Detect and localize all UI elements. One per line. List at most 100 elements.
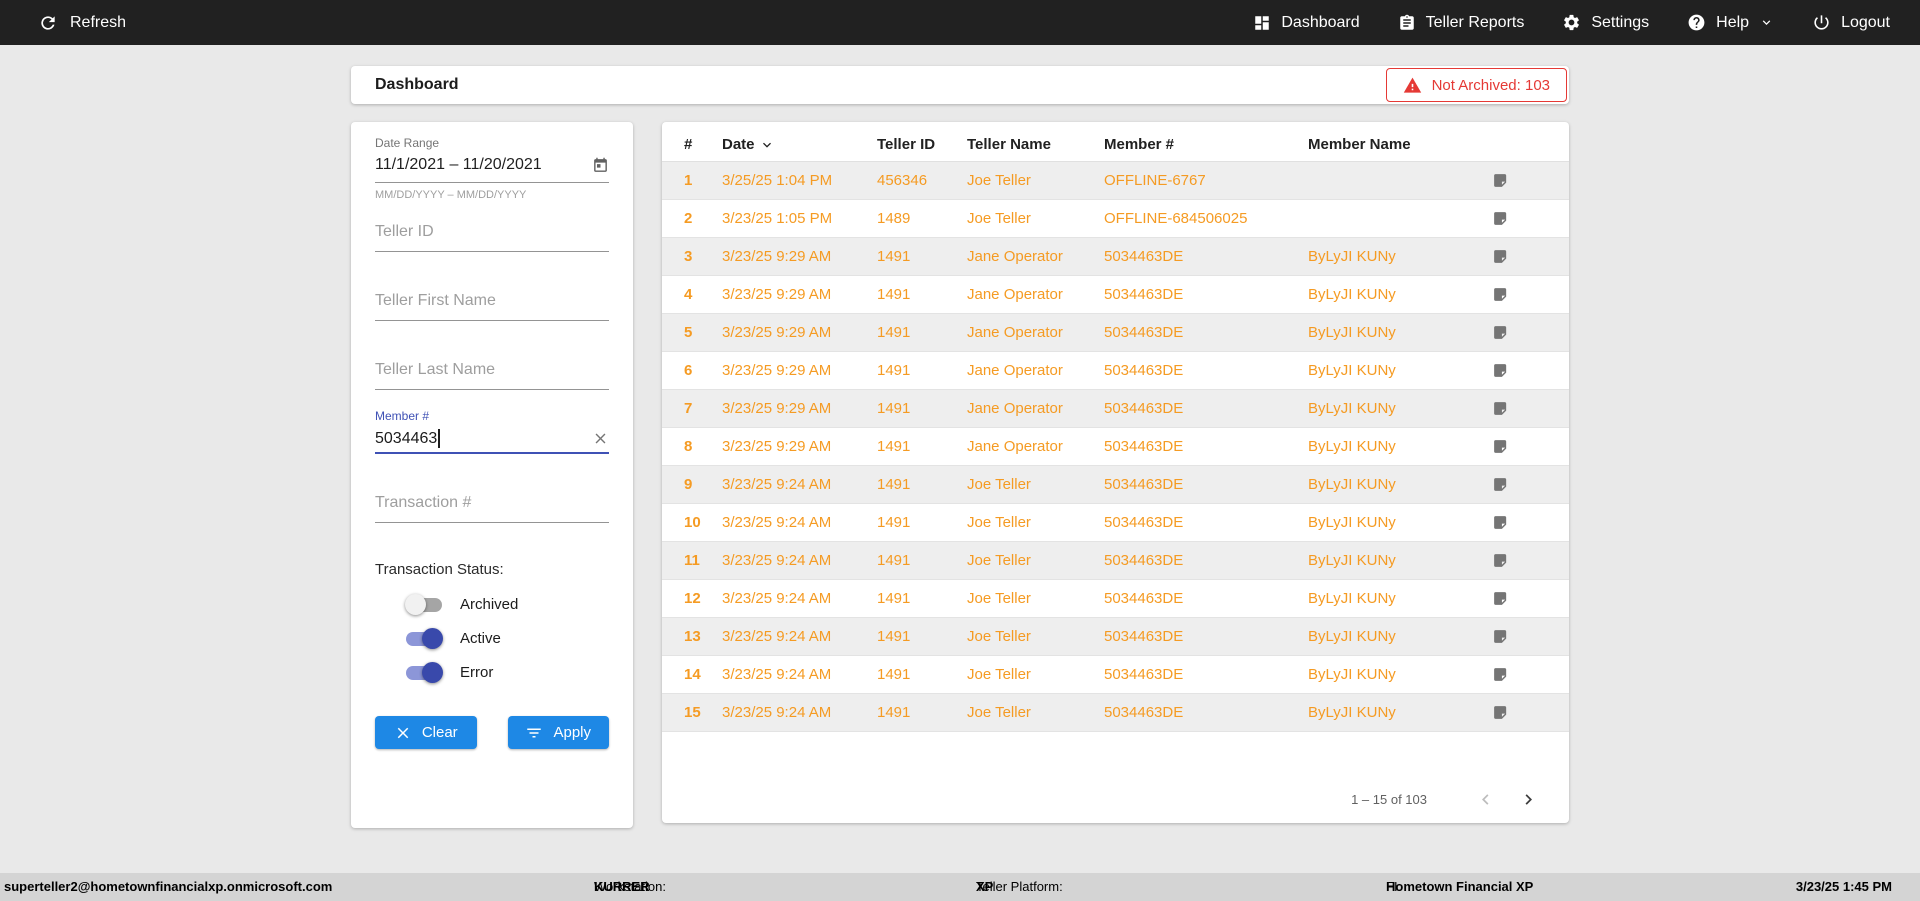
- row-member-number: 5034463DE: [1104, 362, 1184, 379]
- row-teller-name: Joe Teller: [967, 172, 1031, 189]
- row-member-number: 5034463DE: [1104, 552, 1184, 569]
- date-range-field[interactable]: Date Range 11/1/2021 – 11/20/2021 MM/DD/…: [375, 136, 609, 201]
- workstation-status: Workstation: KURRER: [594, 879, 667, 894]
- note-icon[interactable]: [1492, 286, 1509, 303]
- not-archived-badge[interactable]: Not Archived: 103: [1385, 68, 1567, 102]
- row-teller-id: 1491: [877, 628, 911, 645]
- table-row[interactable]: 6 3/23/25 9:29 AM 1491 Jane Operator 503…: [662, 352, 1569, 390]
- row-member-number: OFFLINE-684506025: [1104, 210, 1248, 227]
- prev-page-icon[interactable]: [1475, 789, 1496, 810]
- nav-logout[interactable]: Logout: [1812, 13, 1890, 32]
- calendar-icon[interactable]: [592, 157, 609, 174]
- table-row[interactable]: 12 3/23/25 9:24 AM 1491 Joe Teller 50344…: [662, 580, 1569, 618]
- table-row[interactable]: 1 3/25/25 1:04 PM 456346 Joe Teller OFFL…: [662, 162, 1569, 200]
- topbar: Refresh Dashboard Teller Reports Setting…: [0, 0, 1920, 45]
- table-row[interactable]: 2 3/23/25 1:05 PM 1489 Joe Teller OFFLIN…: [662, 200, 1569, 238]
- table-row[interactable]: 8 3/23/25 9:29 AM 1491 Jane Operator 503…: [662, 428, 1569, 466]
- row-member-name: ByLyJI KUNy: [1308, 400, 1396, 417]
- row-teller-id: 1491: [877, 324, 911, 341]
- row-member-name: ByLyJI KUNy: [1308, 666, 1396, 683]
- next-page-icon[interactable]: [1518, 789, 1539, 810]
- row-number: 5: [684, 324, 693, 341]
- member-number-label: Member #: [375, 409, 430, 423]
- not-archived-label: Not Archived: 103: [1431, 76, 1550, 94]
- row-member-number: 5034463DE: [1104, 248, 1184, 265]
- row-member-name: ByLyJI KUNy: [1308, 590, 1396, 607]
- col-teller-name[interactable]: Teller Name: [967, 136, 1104, 153]
- table-row[interactable]: 10 3/23/25 9:24 AM 1491 Joe Teller 50344…: [662, 504, 1569, 542]
- note-icon[interactable]: [1492, 590, 1509, 607]
- col-member-name[interactable]: Member Name: [1308, 136, 1488, 153]
- clear-button[interactable]: Clear: [375, 716, 477, 749]
- row-date: 3/23/25 9:29 AM: [722, 248, 832, 265]
- row-teller-id: 1491: [877, 590, 911, 607]
- table-row[interactable]: 5 3/23/25 9:29 AM 1491 Jane Operator 503…: [662, 314, 1569, 352]
- table-row[interactable]: 9 3/23/25 9:24 AM 1491 Joe Teller 503446…: [662, 466, 1569, 504]
- archived-toggle[interactable]: [405, 593, 443, 615]
- note-icon[interactable]: [1492, 704, 1509, 721]
- nav-settings-label: Settings: [1591, 13, 1650, 31]
- teller-last-name-input[interactable]: [375, 361, 609, 390]
- row-number: 6: [684, 362, 693, 379]
- filter-panel: Date Range 11/1/2021 – 11/20/2021 MM/DD/…: [351, 122, 633, 828]
- nav-help[interactable]: Help: [1687, 13, 1774, 32]
- table-row[interactable]: 11 3/23/25 9:24 AM 1491 Joe Teller 50344…: [662, 542, 1569, 580]
- table-row[interactable]: 14 3/23/25 9:24 AM 1491 Joe Teller 50344…: [662, 656, 1569, 694]
- apply-button[interactable]: Apply: [507, 716, 609, 749]
- row-member-number: 5034463DE: [1104, 590, 1184, 607]
- note-icon[interactable]: [1492, 476, 1509, 493]
- row-teller-id: 1491: [877, 552, 911, 569]
- sort-chevron-down-icon: [762, 142, 771, 148]
- note-icon[interactable]: [1492, 248, 1509, 265]
- table-header: # Date Teller ID Teller Name Member # Me…: [662, 128, 1569, 162]
- member-number-field[interactable]: Member # 5034463: [375, 409, 609, 454]
- error-toggle[interactable]: [405, 661, 443, 683]
- row-teller-id: 1491: [877, 362, 911, 379]
- table-row[interactable]: 13 3/23/25 9:24 AM 1491 Joe Teller 50344…: [662, 618, 1569, 656]
- col-date[interactable]: Date: [722, 136, 877, 153]
- page-title: Dashboard: [375, 76, 459, 93]
- refresh-button[interactable]: Refresh: [0, 13, 126, 33]
- row-number: 10: [684, 514, 701, 531]
- row-member-number: 5034463DE: [1104, 514, 1184, 531]
- fi-status: FI: Hometown Financial XP: [1386, 879, 1534, 894]
- col-member-number[interactable]: Member #: [1104, 136, 1308, 153]
- transaction-number-input[interactable]: [375, 494, 609, 523]
- table-row[interactable]: 7 3/23/25 9:29 AM 1491 Jane Operator 503…: [662, 390, 1569, 428]
- note-icon[interactable]: [1492, 172, 1509, 189]
- clear-x-icon[interactable]: [592, 430, 609, 447]
- teller-id-input[interactable]: [375, 223, 609, 252]
- active-toggle-label: Active: [460, 629, 501, 647]
- note-icon[interactable]: [1492, 628, 1509, 645]
- row-number: 13: [684, 628, 701, 645]
- nav-teller-reports[interactable]: Teller Reports: [1398, 14, 1524, 32]
- row-teller-name: Joe Teller: [967, 590, 1031, 607]
- row-teller-id: 1491: [877, 666, 911, 683]
- note-icon[interactable]: [1492, 666, 1509, 683]
- note-icon[interactable]: [1492, 400, 1509, 417]
- text-cursor: [438, 429, 440, 448]
- row-member-name: ByLyJI KUNy: [1308, 704, 1396, 721]
- note-icon[interactable]: [1492, 210, 1509, 227]
- row-date: 3/25/25 1:04 PM: [722, 172, 833, 189]
- col-teller-id[interactable]: Teller ID: [877, 136, 967, 153]
- table-row[interactable]: 4 3/23/25 9:29 AM 1491 Jane Operator 503…: [662, 276, 1569, 314]
- active-toggle[interactable]: [405, 627, 443, 649]
- note-icon[interactable]: [1492, 438, 1509, 455]
- nav-dashboard[interactable]: Dashboard: [1253, 13, 1360, 32]
- note-icon[interactable]: [1492, 552, 1509, 569]
- transactions-table: # Date Teller ID Teller Name Member # Me…: [662, 122, 1569, 823]
- table-row[interactable]: 3 3/23/25 9:29 AM 1491 Jane Operator 503…: [662, 238, 1569, 276]
- date-range-label: Date Range: [375, 136, 440, 150]
- table-row[interactable]: 15 3/23/25 9:24 AM 1491 Joe Teller 50344…: [662, 694, 1569, 732]
- col-num[interactable]: #: [684, 136, 722, 153]
- row-teller-id: 1491: [877, 704, 911, 721]
- note-icon[interactable]: [1492, 362, 1509, 379]
- nav-dashboard-label: Dashboard: [1281, 13, 1360, 31]
- note-icon[interactable]: [1492, 514, 1509, 531]
- row-member-name: ByLyJI KUNy: [1308, 514, 1396, 531]
- teller-first-name-input[interactable]: [375, 292, 609, 321]
- note-icon[interactable]: [1492, 324, 1509, 341]
- nav-settings[interactable]: Settings: [1562, 13, 1649, 32]
- row-member-number: 5034463DE: [1104, 628, 1184, 645]
